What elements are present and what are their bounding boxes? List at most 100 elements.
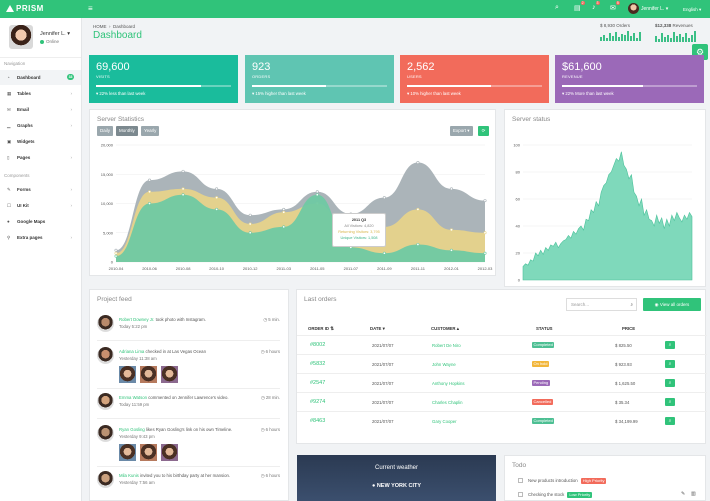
data-point[interactable] [114, 254, 118, 258]
sidebar-item-pages[interactable]: ▯ Pages › [0, 150, 81, 165]
data-point[interactable] [382, 196, 386, 200]
table-row[interactable]: #8002 2021/07/07 Robert De Niro Completed $ … [297, 335, 707, 354]
language-select[interactable]: English ▾ [683, 7, 701, 13]
data-point[interactable] [382, 251, 386, 255]
search-icon[interactable]: ⌕ [555, 4, 559, 12]
table-row[interactable]: #9274 2021/07/07 Charles Chaplin Cancelled $… [297, 392, 707, 411]
data-point[interactable] [449, 248, 453, 252]
data-point[interactable] [148, 201, 152, 205]
search-input[interactable]: Search... ⌕ [566, 298, 637, 311]
sidebar-item-tables[interactable]: ▦ Tables › [0, 86, 81, 101]
view-order-search-icon[interactable]: ⌕ [665, 417, 675, 425]
feed-avatar[interactable] [97, 347, 114, 364]
brand-logo[interactable]: PRISM [6, 4, 44, 13]
data-point[interactable] [282, 207, 286, 211]
todo-checkbox[interactable] [518, 492, 523, 497]
view-all-orders-button[interactable]: ◉ View all orders [643, 298, 701, 311]
customer-link[interactable]: Anthony Hopkins [432, 381, 465, 386]
order-id-link[interactable]: #2547 [310, 380, 325, 386]
data-point[interactable] [248, 213, 252, 217]
bell-icon[interactable]: ♪ 3 [592, 1, 600, 11]
sidebar-item-email[interactable]: ✉ Email › [0, 102, 81, 117]
table-row[interactable]: #5832 2021/07/07 John Wayne On hold $ 923.93… [297, 354, 707, 373]
order-id-link[interactable]: #5832 [310, 361, 325, 367]
feed-user-link[interactable]: Ryan Gosling [119, 427, 145, 432]
feed-photo-thumbnail[interactable] [161, 366, 178, 383]
tab-yearly[interactable]: Yearly [141, 126, 160, 136]
trash-icon[interactable]: ▥ [691, 491, 696, 497]
refresh-button[interactable]: ⟳ [478, 126, 489, 136]
search-icon[interactable]: ⌕ [630, 299, 633, 310]
data-point[interactable] [416, 242, 420, 246]
user-menu[interactable]: Jennifer L. ▾ [628, 3, 668, 14]
data-point[interactable] [449, 187, 453, 191]
data-point[interactable] [416, 161, 420, 165]
data-point[interactable] [215, 196, 219, 200]
data-point[interactable] [114, 248, 118, 252]
data-point[interactable] [215, 187, 219, 191]
col-order-id[interactable]: ORDER ID ⇅ [308, 326, 334, 332]
data-point[interactable] [215, 207, 219, 211]
data-point[interactable] [282, 210, 286, 214]
feed-photo-thumbnail[interactable] [140, 366, 157, 383]
sidebar-item-extra-pages[interactable]: ⚲ Extra pages › [0, 230, 81, 245]
data-point[interactable] [483, 251, 487, 255]
edit-icon[interactable]: ✎ [681, 491, 685, 497]
feed-user-link[interactable]: Robert Downey Jr. [119, 317, 154, 322]
data-point[interactable] [114, 251, 118, 255]
table-row[interactable]: #2547 2021/07/07 Anthony Hopkins Pending $ 1… [297, 373, 707, 392]
sidebar-user-name[interactable]: Jennifer L. ▾ [40, 31, 70, 37]
data-point[interactable] [181, 187, 185, 191]
table-row[interactable]: #8463 2021/07/07 Gary Cooper Completed $ 34,… [297, 411, 707, 430]
data-point[interactable] [148, 190, 152, 194]
sidebar-item-google-maps[interactable]: ● Google Maps [0, 214, 81, 229]
data-point[interactable] [248, 222, 252, 226]
sidebar-item-forms[interactable]: ✎ Forms › [0, 182, 81, 197]
cart-icon[interactable]: ▤ 2 [574, 1, 585, 12]
mail-icon[interactable]: ✉ 5 [610, 1, 620, 12]
view-order-search-icon[interactable]: ⌕ [665, 379, 675, 387]
feed-avatar[interactable] [97, 471, 114, 488]
order-id-link[interactable]: #8463 [310, 418, 325, 424]
sidebar-item-ui-kit[interactable]: ☐ UI Kit › [0, 198, 81, 213]
tab-daily[interactable]: Daily [97, 126, 114, 136]
view-order-search-icon[interactable]: ⌕ [665, 341, 675, 349]
view-order-search-icon[interactable]: ⌕ [665, 398, 675, 406]
feed-avatar[interactable] [97, 393, 114, 410]
data-point[interactable] [282, 225, 286, 229]
sidebar-item-dashboard[interactable]: ◔ Dashboard 33 [0, 70, 81, 85]
data-point[interactable] [248, 231, 252, 235]
data-point[interactable] [483, 231, 487, 235]
tab-monthly[interactable]: Monthly [116, 126, 138, 136]
col-date[interactable]: DATE ▾ [370, 326, 385, 332]
customer-link[interactable]: Gary Cooper [432, 419, 457, 424]
sidebar-item-graphs[interactable]: ▁ Graphs › [0, 118, 81, 133]
view-order-search-icon[interactable]: ⌕ [665, 360, 675, 368]
customer-link[interactable]: John Wayne [432, 362, 456, 367]
order-id-link[interactable]: #9274 [310, 399, 325, 405]
export-button[interactable]: Export ▾ [450, 126, 473, 136]
feed-user-link[interactable]: Mila Kunis [119, 473, 139, 478]
order-id-link[interactable]: #8002 [310, 342, 325, 348]
feed-user-link[interactable]: Emma Watson [119, 395, 147, 400]
data-point[interactable] [181, 193, 185, 197]
customer-link[interactable]: Robert De Niro [432, 343, 461, 348]
data-point[interactable] [315, 193, 319, 197]
feed-photo-thumbnail[interactable] [161, 444, 178, 461]
feed-avatar[interactable] [97, 425, 114, 442]
data-point[interactable] [416, 207, 420, 211]
sidebar-avatar[interactable] [9, 25, 33, 49]
data-point[interactable] [148, 178, 152, 182]
sidebar-item-widgets[interactable]: ▣ Widgets [0, 134, 81, 149]
feed-photo-thumbnail[interactable] [140, 444, 157, 461]
menu-toggle-icon[interactable]: ≡ [88, 4, 93, 13]
feed-avatar[interactable] [97, 315, 114, 332]
feed-user-link[interactable]: Adriana Lima [119, 349, 144, 354]
feed-photo-thumbnail[interactable] [119, 444, 136, 461]
breadcrumb-home[interactable]: HOME [93, 24, 107, 29]
data-point[interactable] [483, 199, 487, 203]
feed-photo-thumbnail[interactable] [119, 366, 136, 383]
data-point[interactable] [449, 228, 453, 232]
data-point[interactable] [315, 190, 319, 194]
customer-link[interactable]: Charles Chaplin [432, 400, 463, 405]
